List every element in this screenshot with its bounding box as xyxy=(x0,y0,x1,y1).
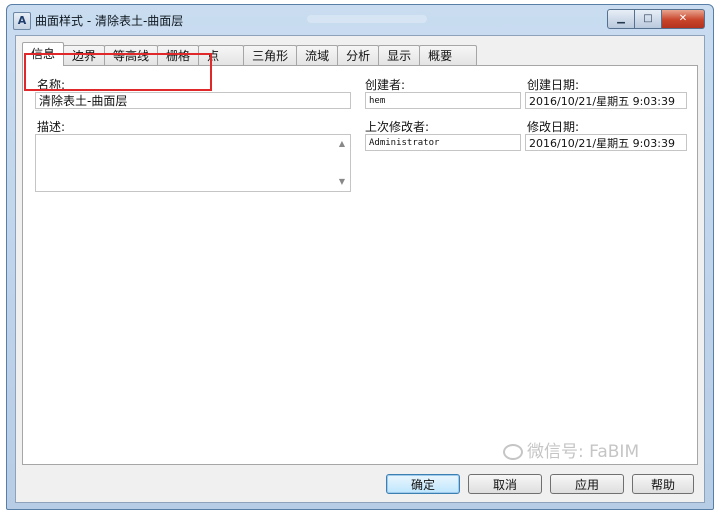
dialog-window: A 曲面样式 - 清除表土-曲面层 ▁ □ ✕ 信息 边界 等高线 栅格 点 三… xyxy=(6,4,714,510)
watermark: 微信号: FaBIM xyxy=(503,437,639,462)
tab-strip: 信息 边界 等高线 栅格 点 三角形 流域 分析 显示 概要 xyxy=(22,42,478,66)
tab-grid[interactable]: 栅格 xyxy=(157,45,200,66)
cancel-button[interactable]: 取消 xyxy=(468,474,542,494)
help-button[interactable]: 帮助 xyxy=(632,474,694,494)
created-date-field: 2016/10/21/星期五 9:03:39 xyxy=(525,92,687,109)
minimize-button[interactable]: ▁ xyxy=(607,9,635,29)
maximize-button[interactable]: □ xyxy=(635,9,662,29)
scroll-up-arrow-icon[interactable]: ▲ xyxy=(336,138,348,150)
name-label: 名称: xyxy=(37,78,66,92)
tab-summary[interactable]: 概要 xyxy=(419,45,478,66)
wechat-icon xyxy=(503,444,523,460)
modified-date-field: 2016/10/21/星期五 9:03:39 xyxy=(525,134,687,151)
dialog-button-bar: 确定 取消 应用 帮助 xyxy=(22,470,698,498)
dialog-client-area: 信息 边界 等高线 栅格 点 三角形 流域 分析 显示 概要 名称: 清除表土-… xyxy=(15,35,705,503)
description-textarea[interactable]: ▲ ▼ xyxy=(35,134,351,192)
autocad-app-icon: A xyxy=(13,12,31,30)
watermark-text: 微信号: FaBIM xyxy=(527,442,640,462)
description-label: 描述: xyxy=(37,120,66,134)
tab-triangles[interactable]: 三角形 xyxy=(243,45,298,66)
info-tab-panel: 名称: 清除表土-曲面层 描述: ▲ ▼ 创建者: hem 创建日期: 2016… xyxy=(22,65,698,465)
apply-button[interactable]: 应用 xyxy=(550,474,624,494)
tab-points[interactable]: 点 xyxy=(198,45,245,66)
tab-analysis[interactable]: 分析 xyxy=(337,45,380,66)
modified-date-label: 修改日期: xyxy=(527,120,580,134)
tab-contours[interactable]: 等高线 xyxy=(104,45,159,66)
tab-watersheds[interactable]: 流域 xyxy=(296,45,339,66)
tab-display[interactable]: 显示 xyxy=(378,45,421,66)
scroll-down-arrow-icon[interactable]: ▼ xyxy=(336,176,348,188)
ok-button[interactable]: 确定 xyxy=(386,474,460,494)
tab-info[interactable]: 信息 xyxy=(22,42,65,66)
close-button[interactable]: ✕ xyxy=(662,9,705,29)
last-modified-by-label: 上次修改者: xyxy=(365,120,430,134)
window-title: 曲面样式 - 清除表土-曲面层 xyxy=(35,14,184,28)
creator-label: 创建者: xyxy=(365,78,406,92)
title-bar[interactable]: A 曲面样式 - 清除表土-曲面层 ▁ □ ✕ xyxy=(7,5,713,35)
tab-boundary[interactable]: 边界 xyxy=(63,45,106,66)
name-input[interactable]: 清除表土-曲面层 xyxy=(35,92,351,109)
window-controls: ▁ □ ✕ xyxy=(607,9,705,29)
title-bar-blur xyxy=(307,15,427,23)
created-date-label: 创建日期: xyxy=(527,78,580,92)
last-modified-by-field: Administrator xyxy=(365,134,521,151)
creator-field: hem xyxy=(365,92,521,109)
